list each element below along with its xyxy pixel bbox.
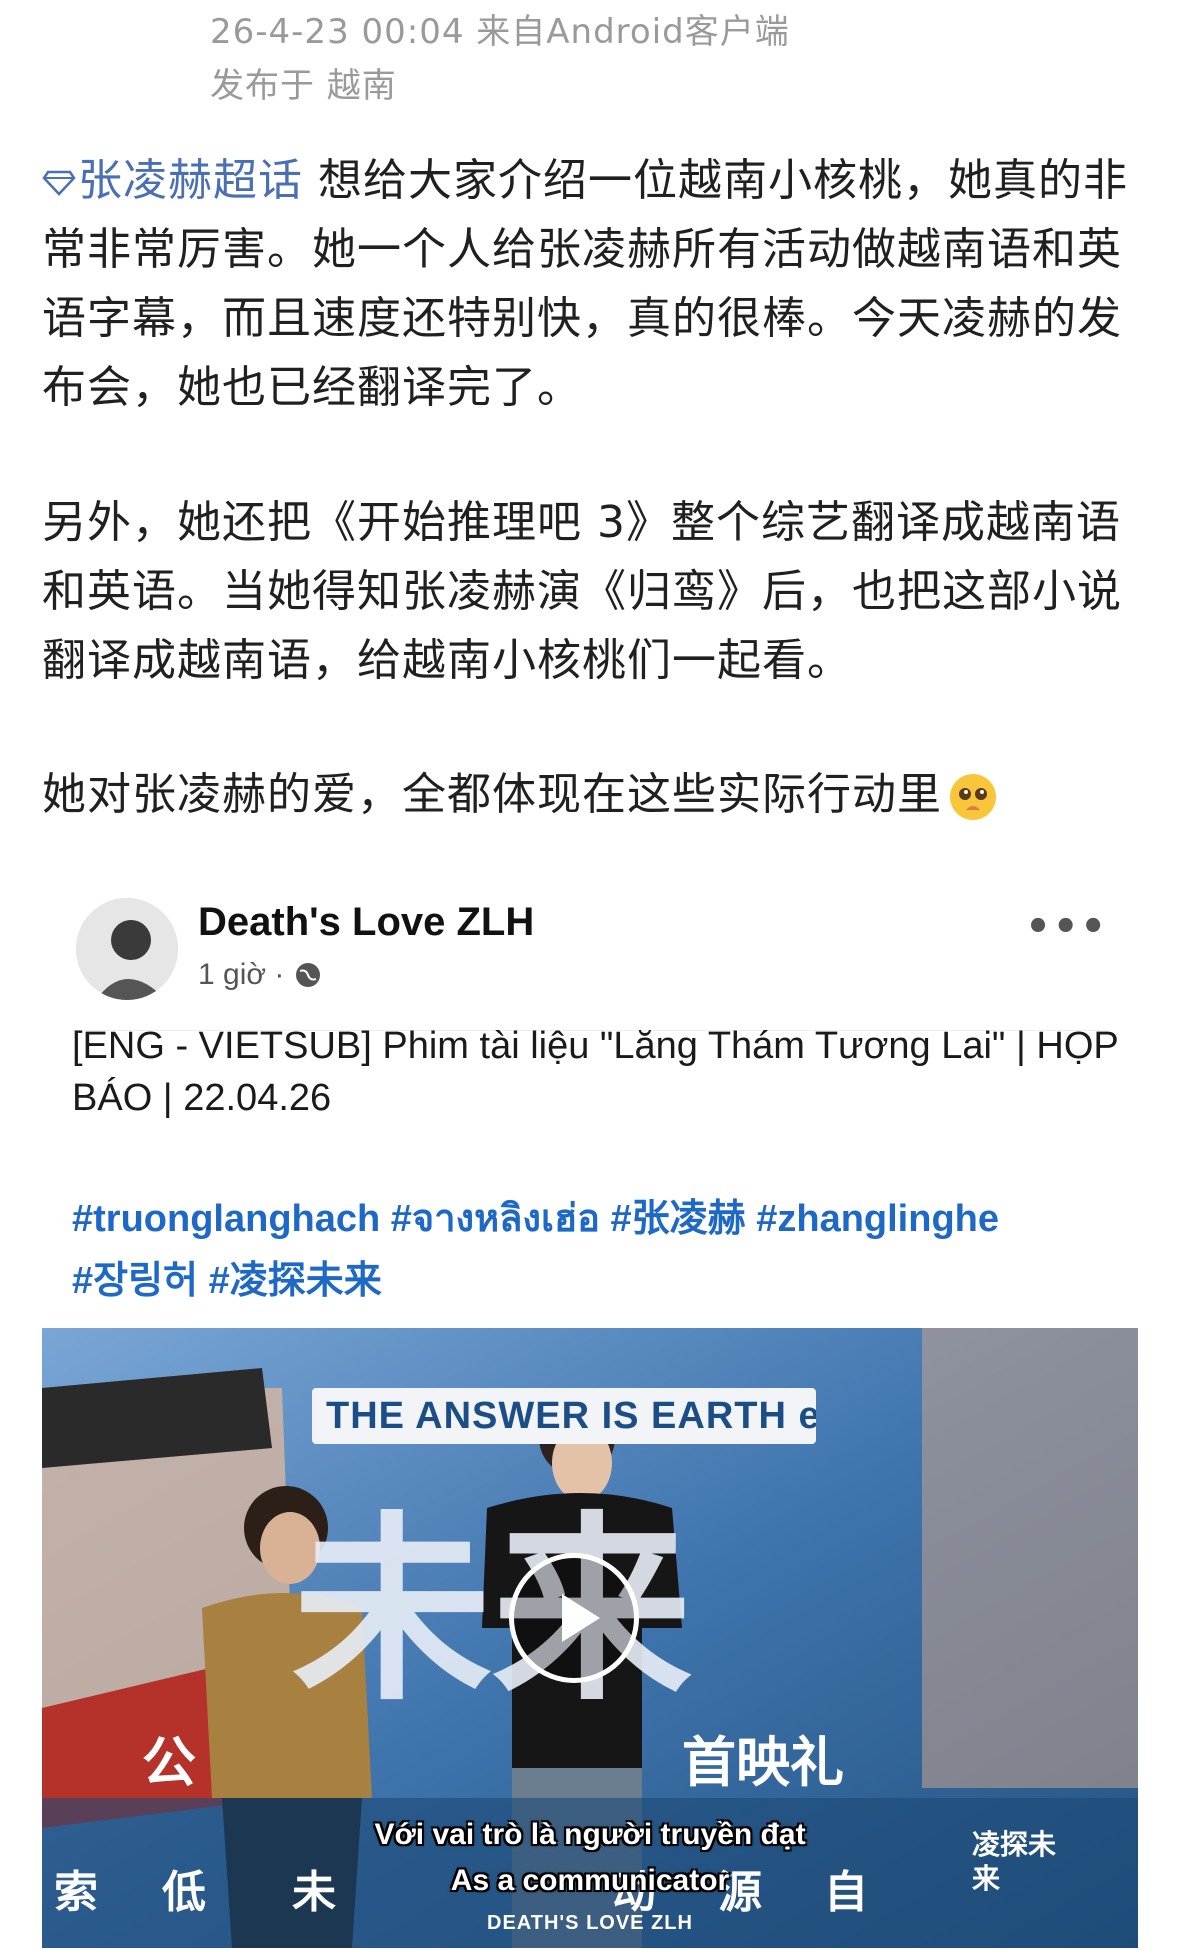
post-location: 发布于 越南 (210, 66, 397, 106)
backdrop-ceremony-text: 首映礼 (682, 1731, 844, 1794)
video-watermark: DEATH'S LOVE ZLH (487, 1912, 693, 1934)
diamond-icon (42, 170, 76, 196)
backdrop-left-char: 公 (142, 1731, 196, 1794)
page-name[interactable]: Death's Love ZLH (198, 900, 534, 945)
post-time-text: 1 giờ · (198, 958, 285, 991)
subtitle-english: As a communicator (450, 1864, 730, 1897)
post-paragraph-2: 另外，她还把《开始推理吧 3》整个综艺翻译成越南语和英语。当她得知张凌赫演《归鸾… (42, 497, 1122, 686)
post-paragraph-3: 她对张凌赫的爱，全都体现在这些实际行动里 (42, 760, 1142, 829)
more-horizontal-icon[interactable]: ••• (1025, 904, 1108, 950)
event-banner: THE ANSWER IS EARTH e= (312, 1388, 816, 1444)
hashtag-line-1[interactable]: #truonglanghach #จางหลิงเฮ่อ #张凌赫 #zhang… (72, 1188, 1132, 1250)
super-topic-link[interactable]: 张凌赫超话 (42, 155, 318, 206)
post-time: 1 giờ · (198, 958, 322, 992)
super-topic-label: 张凌赫超话 (78, 155, 303, 206)
pleading-face-emoji (950, 774, 996, 820)
globe-icon (296, 963, 321, 987)
play-button[interactable] (509, 1553, 639, 1683)
play-icon (562, 1594, 600, 1642)
post-timestamp-source: 26-4-23 00:04 来自Android客户端 (210, 12, 790, 52)
hashtags[interactable]: #truonglanghach #จางหลิงเฮ่อ #张凌赫 #zhang… (72, 1188, 1132, 1312)
post-paragraph-1: 张凌赫超话 想给大家介绍一位越南小核桃，她真的非常非常厉害。她一个人给张凌赫所有… (42, 146, 1142, 422)
post-title: [ENG - VIETSUB] Phim tài liệu "Lăng Thám… (72, 1025, 1119, 1119)
avatar[interactable] (76, 898, 178, 1000)
hashtag-line-2[interactable]: #장링허 #凌探未来 (72, 1250, 1132, 1312)
video-player[interactable]: THE ANSWER IS EARTH e= 未来 公 首映礼 索 低 未 动 … (42, 1328, 1138, 1948)
subtitle-vietnamese: Với vai trò là người truyền đạt (374, 1818, 806, 1851)
paragraph-3-text: 她对张凌赫的爱，全都体现在这些实际行动里 (42, 769, 942, 820)
